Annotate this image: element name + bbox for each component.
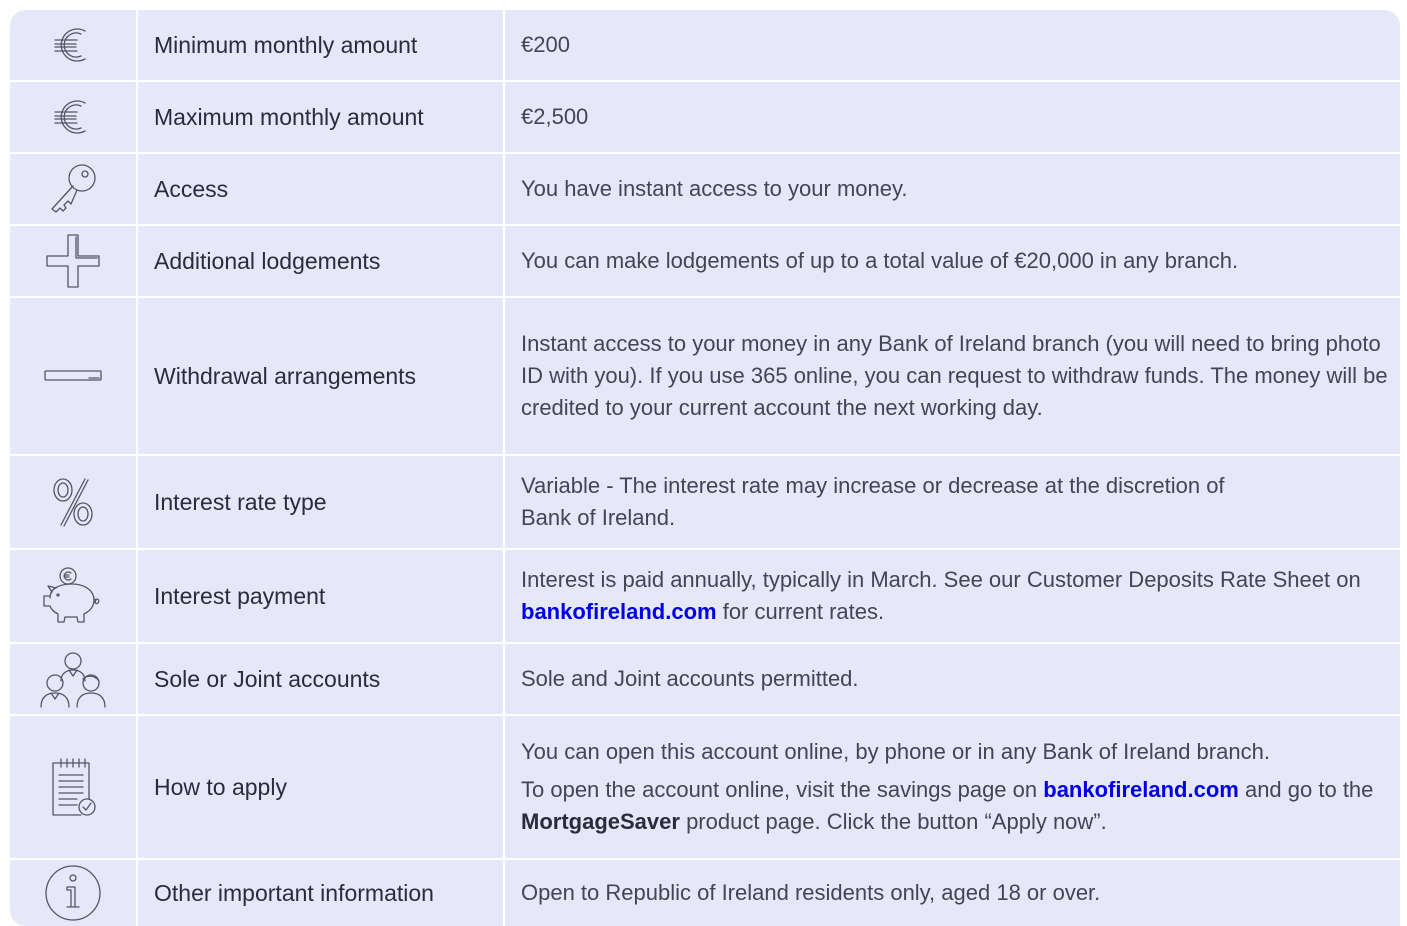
piggy-bank-icon bbox=[38, 564, 108, 628]
value-segment: To open the account online, visit the sa… bbox=[521, 777, 1044, 802]
table-row: How to apply You can open this account o… bbox=[10, 716, 1400, 860]
icon-cell bbox=[10, 226, 138, 296]
bankofireland-link[interactable]: bankofireland.com bbox=[1043, 777, 1239, 802]
icon-cell bbox=[10, 82, 138, 152]
row-label: Other important information bbox=[138, 860, 505, 926]
row-label: Interest rate type bbox=[138, 456, 505, 548]
icon-cell bbox=[10, 10, 138, 80]
icon-cell bbox=[10, 644, 138, 714]
plus-icon bbox=[41, 229, 105, 293]
product-info-table: Minimum monthly amount €200 Maximum mont… bbox=[10, 10, 1400, 926]
value-text: You can make lodgements of up to a total… bbox=[521, 248, 1239, 273]
value-text: €2,500 bbox=[521, 104, 589, 129]
row-value: Instant access to your money in any Bank… bbox=[505, 298, 1400, 454]
row-label: Interest payment bbox=[138, 550, 505, 642]
value-line: Bank of Ireland. bbox=[521, 505, 676, 530]
value-segment: for current rates. bbox=[716, 599, 885, 624]
table-row: Withdrawal arrangements Instant access t… bbox=[10, 298, 1400, 456]
table-row: Interest payment Interest is paid annual… bbox=[10, 550, 1400, 644]
row-label: Minimum monthly amount bbox=[138, 10, 505, 80]
table-row: Maximum monthly amount €2,500 bbox=[10, 82, 1400, 154]
table-row: Interest rate type Variable - The intere… bbox=[10, 456, 1400, 550]
value-segment: product page. Click the button “Apply no… bbox=[679, 809, 1107, 834]
value-segment: and go to the bbox=[1238, 777, 1374, 802]
info-icon bbox=[43, 863, 103, 923]
value-text: Interest is paid annually, typically in … bbox=[521, 564, 1390, 628]
notepad-check-icon bbox=[47, 755, 99, 819]
row-label: Sole or Joint accounts bbox=[138, 644, 505, 714]
icon-cell bbox=[10, 154, 138, 224]
row-value: Open to Republic of Ireland residents on… bbox=[505, 860, 1400, 926]
value-text: Variable - The interest rate may increas… bbox=[521, 470, 1390, 534]
icon-cell bbox=[10, 860, 138, 926]
key-icon bbox=[46, 162, 100, 216]
value-text: Instant access to your money in any Bank… bbox=[521, 331, 1388, 420]
icon-cell bbox=[10, 716, 138, 858]
value-text: You have instant access to your money. bbox=[521, 176, 908, 201]
product-name: MortgageSaver bbox=[521, 809, 680, 834]
row-value: You have instant access to your money. bbox=[505, 154, 1400, 224]
bankofireland-link[interactable]: bankofireland.com bbox=[521, 599, 717, 624]
icon-cell bbox=[10, 298, 138, 454]
value-segment: Interest is paid annually, typically in … bbox=[521, 567, 1361, 592]
row-label: How to apply bbox=[138, 716, 505, 858]
icon-cell bbox=[10, 456, 138, 548]
row-label: Additional lodgements bbox=[138, 226, 505, 296]
row-value: Sole and Joint accounts permitted. bbox=[505, 644, 1400, 714]
euro-icon bbox=[51, 23, 95, 67]
row-value: Variable - The interest rate may increas… bbox=[505, 456, 1400, 548]
value-text: Open to Republic of Ireland residents on… bbox=[521, 880, 1101, 905]
row-value: €2,500 bbox=[505, 82, 1400, 152]
value-text: €200 bbox=[521, 32, 570, 57]
table-row: Other important information Open to Repu… bbox=[10, 860, 1400, 926]
row-label: Access bbox=[138, 154, 505, 224]
value-text: You can open this account online, by pho… bbox=[521, 739, 1270, 764]
row-value: Interest is paid annually, typically in … bbox=[505, 550, 1400, 642]
row-label: Maximum monthly amount bbox=[138, 82, 505, 152]
row-value: €200 bbox=[505, 10, 1400, 80]
table-row: Minimum monthly amount €200 bbox=[10, 10, 1400, 82]
row-label: Withdrawal arrangements bbox=[138, 298, 505, 454]
icon-cell bbox=[10, 550, 138, 642]
row-value: You can make lodgements of up to a total… bbox=[505, 226, 1400, 296]
percent-icon bbox=[49, 476, 97, 528]
table-row: Additional lodgements You can make lodge… bbox=[10, 226, 1400, 298]
table-row: Sole or Joint accounts Sole and Joint ac… bbox=[10, 644, 1400, 716]
people-icon bbox=[37, 649, 109, 709]
value-text: To open the account online, visit the sa… bbox=[521, 774, 1390, 838]
row-value: You can open this account online, by pho… bbox=[505, 716, 1400, 858]
euro-icon bbox=[51, 95, 95, 139]
table-row: Access You have instant access to your m… bbox=[10, 154, 1400, 226]
value-line: Variable - The interest rate may increas… bbox=[521, 473, 1225, 498]
minus-icon bbox=[43, 368, 103, 384]
value-text: Sole and Joint accounts permitted. bbox=[521, 666, 859, 691]
